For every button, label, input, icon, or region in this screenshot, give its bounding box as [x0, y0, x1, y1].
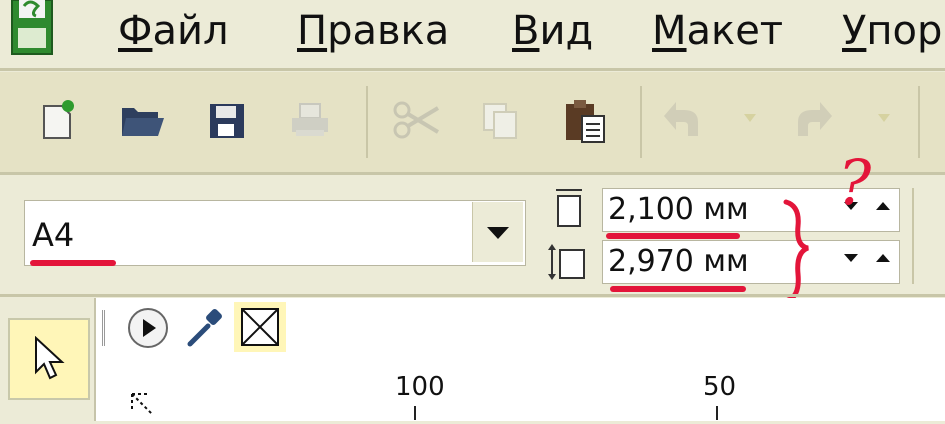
menu-bar: Файл Правка Вид Макет Упор	[0, 0, 945, 68]
ruler-tick	[716, 406, 718, 420]
annotation-underline-width	[606, 233, 740, 239]
undo-button[interactable]	[662, 94, 762, 150]
no-fill-icon	[240, 307, 280, 351]
chevron-down-icon	[487, 226, 509, 245]
menu-edit[interactable]: Правка	[297, 6, 449, 56]
ruler-tick	[414, 406, 416, 420]
toolbar-separator-line	[0, 172, 945, 175]
annotation-underline-paper	[30, 260, 116, 266]
ruler-label-100: 100	[395, 372, 445, 402]
propbar-separator	[912, 188, 914, 284]
horizontal-ruler[interactable]	[96, 356, 945, 421]
pick-tool-button[interactable]	[8, 318, 90, 400]
save-button[interactable]	[198, 94, 254, 150]
menu-file-accel: Ф	[118, 8, 153, 54]
menu-edit-accel: П	[297, 8, 328, 54]
page-width-value: 2,100 мм	[608, 192, 749, 227]
menu-separator	[0, 68, 945, 71]
annotation-brace	[780, 196, 820, 310]
menu-view-accel: В	[512, 8, 540, 54]
open-folder-icon	[116, 96, 168, 148]
paste-button[interactable]	[556, 94, 612, 150]
menu-view[interactable]: Вид	[512, 6, 593, 56]
redo-icon	[790, 96, 902, 148]
menu-layout-label: акет	[686, 8, 784, 54]
new-document-button[interactable]	[30, 94, 86, 150]
save-icon	[202, 96, 250, 148]
pointer-tool-icon	[34, 335, 66, 386]
annotation-underline-height	[610, 286, 746, 292]
menu-file-label: айл	[152, 8, 229, 54]
redo-button[interactable]	[790, 94, 902, 150]
menu-layout-accel: М	[652, 8, 687, 54]
menu-layout[interactable]: Макет	[652, 6, 783, 56]
ruler-origin-icon[interactable]	[128, 390, 160, 424]
open-button[interactable]	[114, 94, 170, 150]
propbar-bottom-line	[0, 294, 945, 297]
ruler-label-50: 50	[703, 372, 737, 402]
no-fill-button[interactable]	[234, 302, 286, 352]
undo-icon	[662, 96, 762, 148]
menu-view-label: ид	[539, 8, 594, 54]
cut-button[interactable]	[388, 94, 444, 150]
eyedropper-icon	[182, 309, 226, 354]
toolbar-separator	[640, 86, 642, 158]
width-icon	[552, 188, 586, 234]
menu-edit-label: равка	[327, 8, 450, 54]
app-icon[interactable]	[10, 0, 56, 56]
new-document-icon	[34, 96, 82, 148]
play-icon	[126, 308, 170, 354]
eyedropper-button[interactable]	[182, 306, 226, 354]
standard-toolbar	[0, 72, 945, 172]
paper-size-select[interactable]	[24, 200, 526, 266]
toolbar-separator	[918, 86, 920, 158]
menu-arrange-label: пор	[866, 8, 943, 54]
menu-file[interactable]: Файл	[118, 6, 229, 56]
page-height-spinner[interactable]	[840, 244, 896, 278]
page-height-value: 2,970 мм	[608, 244, 749, 279]
height-icon	[548, 242, 588, 288]
print-button[interactable]	[282, 94, 338, 150]
paper-size-dropdown-button[interactable]	[472, 202, 523, 262]
toolbar-grip[interactable]	[102, 310, 119, 346]
copy-icon	[476, 96, 524, 148]
play-button[interactable]	[126, 306, 170, 354]
paste-icon	[560, 94, 608, 150]
toolbar-separator	[366, 86, 368, 158]
annotation-question-mark: ?	[838, 146, 872, 219]
copy-button[interactable]	[472, 94, 528, 150]
cut-icon	[390, 96, 442, 148]
paper-size-value: A4	[32, 216, 75, 254]
print-icon	[286, 96, 334, 148]
menu-arrange-accel: У	[842, 8, 867, 54]
menu-arrange[interactable]: Упор	[842, 6, 942, 56]
